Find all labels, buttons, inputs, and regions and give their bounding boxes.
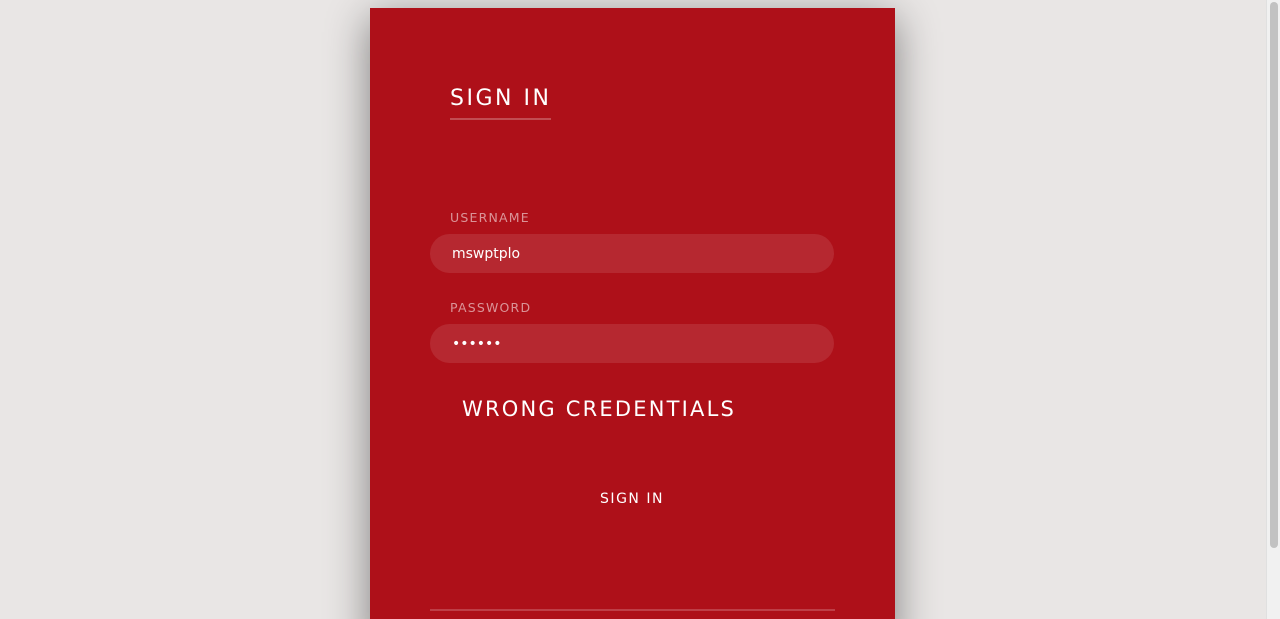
- password-input[interactable]: [430, 324, 834, 363]
- page: SIGN IN USERNAME PASSWORD WRONG CREDENTI…: [0, 0, 1280, 619]
- divider: [430, 609, 835, 611]
- scrollbar-thumb[interactable]: [1270, 2, 1278, 548]
- password-label: PASSWORD: [450, 300, 532, 315]
- sign-in-button[interactable]: SIGN IN: [430, 482, 834, 516]
- vertical-scrollbar[interactable]: [1266, 0, 1280, 619]
- username-label: USERNAME: [450, 210, 530, 225]
- error-message: WRONG CREDENTIALS: [462, 397, 737, 421]
- login-card: SIGN IN USERNAME PASSWORD WRONG CREDENTI…: [370, 8, 895, 619]
- sign-in-tab[interactable]: SIGN IN: [450, 86, 552, 121]
- username-input[interactable]: [430, 234, 834, 273]
